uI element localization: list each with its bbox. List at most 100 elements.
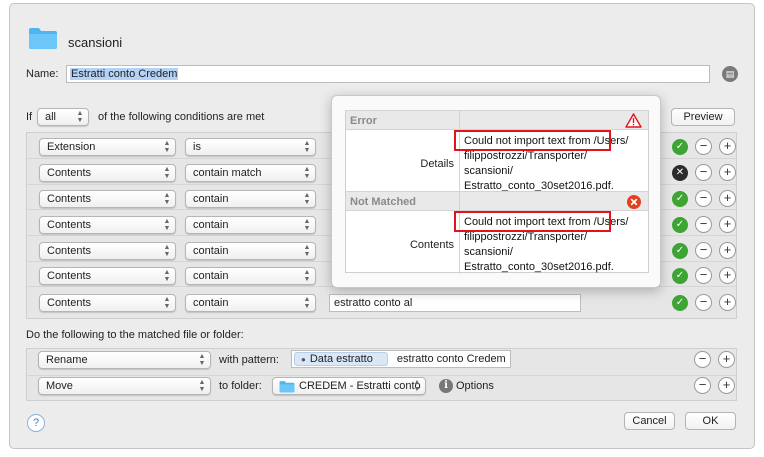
updown-arrows-icon: ▲ ▼	[163, 296, 171, 310]
remove-condition-button[interactable]: −	[695, 138, 712, 155]
updown-arrows-icon: ▲ ▼	[163, 218, 171, 232]
condition-operator-select[interactable]: contain ▲ ▼	[185, 190, 316, 208]
updown-arrows-icon: ▲ ▼	[303, 218, 311, 232]
condition-operator-select[interactable]: contain ▲ ▼	[185, 216, 316, 234]
condition-value-input[interactable]: estratto conto al	[329, 294, 581, 312]
info-icon[interactable]: i	[439, 379, 453, 393]
remove-condition-button[interactable]: −	[695, 216, 712, 233]
updown-arrows-icon: ▲ ▼	[303, 166, 311, 180]
updown-arrows-icon: ▲ ▼	[198, 353, 206, 367]
condition-operator-select[interactable]: contain match ▲ ▼	[185, 164, 316, 182]
condition-operator-select[interactable]: contain ▲ ▼	[185, 267, 316, 285]
condition-operator-select[interactable]: contain ▲ ▼	[185, 294, 316, 312]
condition-field-select[interactable]: Contents ▲ ▼	[39, 294, 176, 312]
checkmark-circle-icon: ✓	[672, 139, 688, 155]
match-mode-value: all	[45, 111, 57, 123]
help-button[interactable]: ?	[27, 414, 45, 432]
data-estratto-token[interactable]: ● Data estratto	[294, 352, 388, 366]
move-action-select[interactable]: Move ▲ ▼	[38, 377, 211, 395]
clear-field-icon[interactable]: ✕	[672, 165, 688, 181]
add-condition-button[interactable]: +	[719, 190, 736, 207]
condition-field-value: Contents	[47, 193, 92, 205]
condition-operator-value: contain	[193, 245, 229, 257]
rule-name-value: Estratti conto Credem	[70, 68, 179, 80]
updown-arrows-icon: ▲ ▼	[303, 296, 311, 310]
folder-icon	[279, 381, 295, 393]
condition-field-select[interactable]: Contents ▲ ▼	[39, 164, 176, 182]
preview-button[interactable]: Preview	[671, 108, 735, 126]
updown-arrows-icon: ▲ ▼	[163, 244, 171, 258]
updown-arrows-icon: ▲ ▼	[198, 379, 206, 393]
match-mode-select[interactable]: all ▲ ▼	[37, 108, 89, 126]
remove-action-button[interactable]: −	[694, 377, 711, 394]
remove-condition-button[interactable]: −	[695, 164, 712, 181]
condition-field-value: Contents	[47, 245, 92, 257]
remove-condition-button[interactable]: −	[695, 242, 712, 259]
condition-field-value: Contents	[47, 219, 92, 231]
conditions-text: of the following conditions are met	[98, 111, 265, 123]
condition-field-value: Extension	[47, 141, 96, 153]
remove-condition-button[interactable]: −	[695, 267, 712, 284]
details-label: Details	[420, 158, 454, 170]
highlight-box	[454, 130, 611, 151]
checkmark-circle-icon: ✓	[672, 295, 688, 311]
destination-folder-value: CREDEM - Estratti conto	[299, 380, 421, 392]
updown-arrows-icon: ▲ ▼	[76, 110, 84, 124]
move-action-value: Move	[46, 380, 73, 392]
if-label: If	[26, 111, 33, 123]
rule-editor-window: scansioni Name: Estratti conto Credem ▤ …	[9, 3, 755, 449]
add-condition-button[interactable]: +	[719, 164, 736, 181]
checkmark-circle-icon: ✓	[672, 217, 688, 233]
updown-arrows-icon: ▲ ▼	[303, 192, 311, 206]
add-condition-button[interactable]: +	[719, 267, 736, 284]
add-condition-button[interactable]: +	[719, 294, 736, 311]
condition-field-select[interactable]: Contents ▲ ▼	[39, 242, 176, 260]
error-section-header: Error	[346, 110, 648, 130]
rename-action-value: Rename	[46, 354, 88, 366]
updown-arrows-icon: ▲ ▼	[163, 140, 171, 154]
condition-operator-value: contain match	[193, 167, 262, 179]
preview-popover: Error Details Could not import text from…	[331, 95, 661, 288]
rename-pattern-field[interactable]: ● Data estratto estratto conto Credem	[291, 350, 511, 368]
highlight-box	[454, 211, 611, 232]
updown-arrows-icon: ▲ ▼	[413, 379, 421, 393]
rename-action-select[interactable]: Rename ▲ ▼	[38, 351, 211, 369]
message-line: filippostrozzi/Transporter/	[464, 231, 588, 243]
condition-field-value: Contents	[47, 297, 92, 309]
remove-condition-button[interactable]: −	[695, 294, 712, 311]
condition-operator-value: is	[193, 141, 201, 153]
condition-operator-value: contain	[193, 193, 229, 205]
checkmark-circle-icon: ✓	[672, 268, 688, 284]
condition-field-select[interactable]: Extension ▲ ▼	[39, 138, 176, 156]
add-action-button[interactable]: +	[718, 351, 735, 368]
condition-operator-select[interactable]: contain ▲ ▼	[185, 242, 316, 260]
checkmark-circle-icon: ✓	[672, 191, 688, 207]
not-matched-heading: Not Matched	[350, 196, 416, 208]
folder-icon	[29, 28, 57, 49]
checkmark-circle-icon: ✓	[672, 243, 688, 259]
updown-arrows-icon: ▲ ▼	[303, 244, 311, 258]
remove-action-button[interactable]: −	[694, 351, 711, 368]
document-icon[interactable]: ▤	[722, 66, 738, 82]
cancel-button[interactable]: Cancel	[624, 412, 675, 430]
with-pattern-label: with pattern:	[219, 354, 279, 366]
add-condition-button[interactable]: +	[719, 242, 736, 259]
ok-button[interactable]: OK	[685, 412, 736, 430]
condition-field-value: Contents	[47, 270, 92, 282]
condition-field-select[interactable]: Contents ▲ ▼	[39, 267, 176, 285]
condition-operator-value: contain	[193, 219, 229, 231]
condition-operator-select[interactable]: is ▲ ▼	[185, 138, 316, 156]
condition-field-select[interactable]: Contents ▲ ▼	[39, 190, 176, 208]
updown-arrows-icon: ▲ ▼	[303, 140, 311, 154]
add-condition-button[interactable]: +	[719, 216, 736, 233]
to-folder-label: to folder:	[219, 380, 262, 392]
message-line: scansioni/	[464, 246, 513, 258]
condition-field-select[interactable]: Contents ▲ ▼	[39, 216, 176, 234]
options-link[interactable]: Options	[456, 380, 494, 392]
add-action-button[interactable]: +	[718, 377, 735, 394]
add-condition-button[interactable]: +	[719, 138, 736, 155]
rule-name-input[interactable]: Estratti conto Credem	[66, 65, 710, 83]
contents-label: Contents	[409, 239, 454, 251]
destination-folder-select[interactable]: CREDEM - Estratti conto ▲ ▼	[272, 377, 426, 395]
remove-condition-button[interactable]: −	[695, 190, 712, 207]
